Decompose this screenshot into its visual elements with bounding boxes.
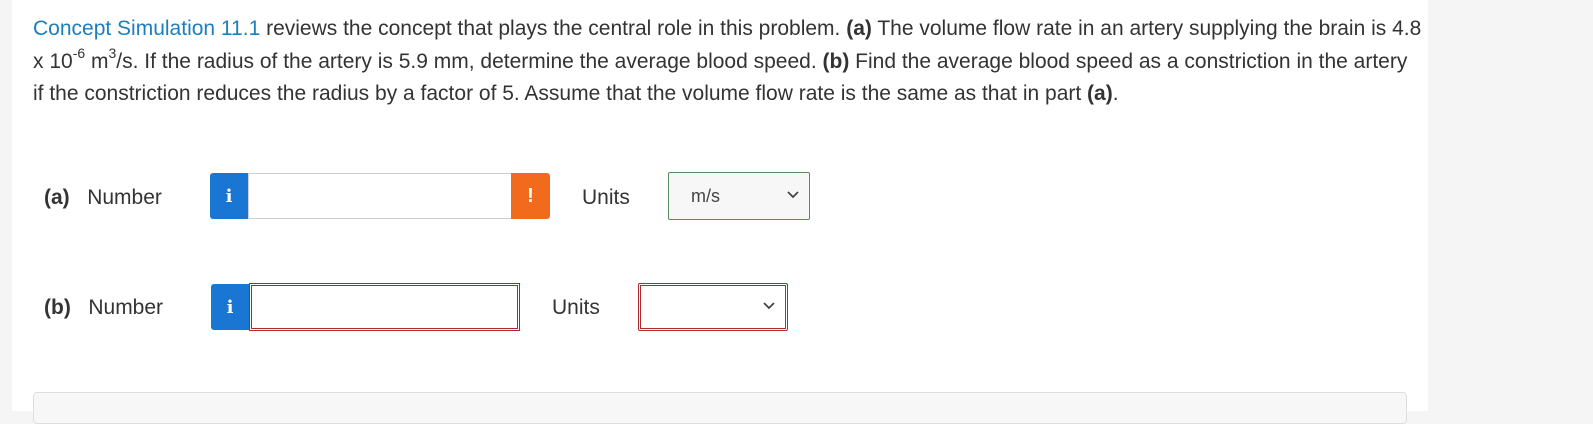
info-glyph: i <box>225 185 233 207</box>
info-icon[interactable]: i <box>211 284 249 330</box>
row-a-number-label: Number <box>87 186 162 209</box>
info-glyph: i <box>226 296 234 318</box>
units-select-a[interactable]: m/s <box>668 172 810 220</box>
warning-glyph: ! <box>527 184 534 207</box>
units-select-a-value: m/s <box>691 185 720 206</box>
part-ref-tag: (a) <box>1087 82 1113 105</box>
part-a-text-2: m <box>85 49 109 73</box>
warning-icon[interactable]: ! <box>511 173 550 219</box>
row-b-part: (b) <box>44 296 71 319</box>
info-icon[interactable]: i <box>210 173 248 219</box>
units-select-b[interactable] <box>638 283 788 331</box>
part-b-tag: (b) <box>822 49 850 73</box>
number-input-a[interactable] <box>248 173 512 219</box>
row-a-part: (a) <box>44 186 70 209</box>
right-margin <box>1428 0 1593 411</box>
question-intro: reviews the concept that plays the centr… <box>260 17 847 40</box>
units-label-b: Units <box>552 296 600 319</box>
next-section-box <box>33 392 1407 424</box>
part-a-text-3: /s. If the radius of the artery is 5.9 m… <box>116 49 823 73</box>
exponent-2: 3 <box>108 44 117 61</box>
units-label-a: Units <box>582 186 630 209</box>
chevron-down-icon <box>763 302 775 310</box>
row-b-number-label: Number <box>88 296 164 319</box>
concept-simulation-link[interactable]: Concept Simulation 11.1 <box>33 17 260 40</box>
question-panel: Concept Simulation 11.1 reviews the conc… <box>12 0 1428 424</box>
question-text: Concept Simulation 11.1 reviews the conc… <box>33 13 1423 111</box>
exponent-1: -6 <box>72 44 86 61</box>
question-end: . <box>1112 82 1119 105</box>
number-input-b[interactable] <box>249 283 520 331</box>
part-a-tag: (a) <box>846 17 872 40</box>
row-b-label: (b) Number <box>44 296 163 320</box>
chevron-down-icon <box>787 191 799 199</box>
row-a-label: (a) Number <box>44 186 162 210</box>
